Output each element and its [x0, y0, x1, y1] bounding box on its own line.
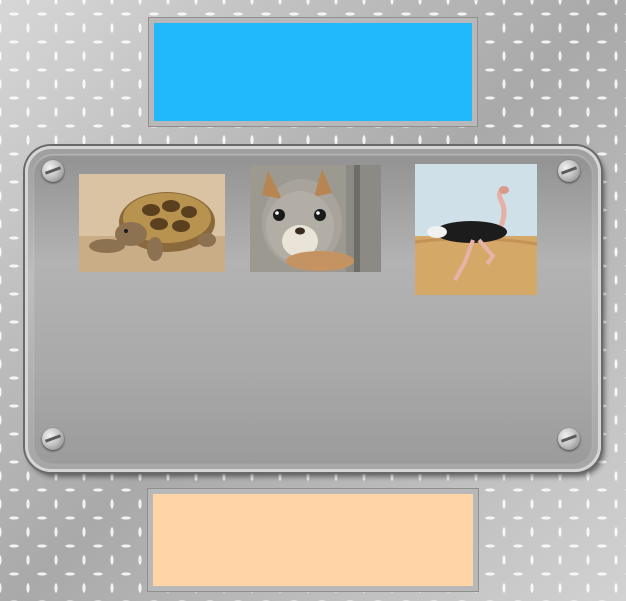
screw-icon	[558, 160, 580, 182]
top-panel-fill	[154, 23, 472, 121]
top-answer-panel[interactable]	[148, 17, 478, 127]
screw-icon	[558, 428, 580, 450]
bottom-panel-fill	[153, 494, 473, 586]
bottom-answer-panel[interactable]	[147, 488, 479, 592]
squirrel-image[interactable]	[250, 165, 381, 272]
ostrich-image[interactable]	[415, 164, 537, 295]
tortoise-image[interactable]	[79, 174, 225, 272]
screw-icon	[42, 160, 64, 182]
screw-icon	[42, 428, 64, 450]
metal-plate	[25, 146, 601, 472]
